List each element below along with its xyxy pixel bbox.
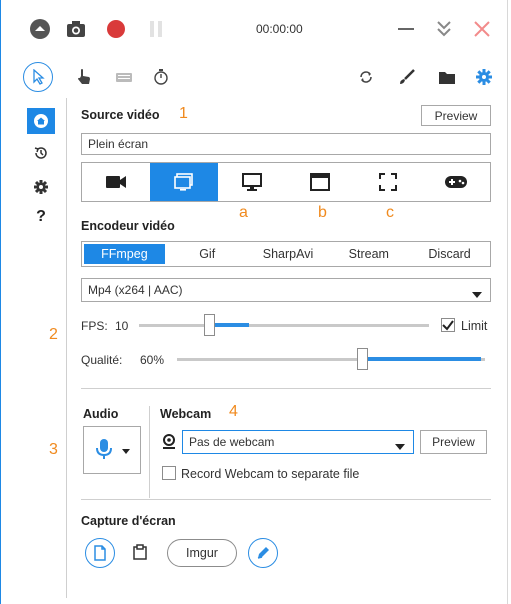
tab-stream[interactable]: Stream	[328, 242, 409, 266]
fps-label: FPS:	[81, 319, 108, 333]
quality-label: Qualité:	[81, 353, 123, 367]
divider	[81, 499, 491, 500]
microphone-icon	[96, 438, 112, 463]
recording-timer: 00:00:00	[256, 22, 303, 36]
limit-checkbox[interactable]	[441, 318, 455, 332]
clipboard-icon[interactable]	[133, 544, 147, 563]
format-select-value: Mp4 (x264 | AAC)	[88, 283, 183, 297]
source-field[interactable]: Plein écran	[81, 133, 491, 155]
title-bar: 00:00:00	[1, 0, 509, 58]
sidebar: ?	[15, 98, 67, 598]
chevron-down-icon	[472, 287, 482, 301]
webcam-select-value: Pas de webcam	[189, 435, 275, 449]
fps-slider-fill	[209, 323, 249, 327]
fps-slider-thumb[interactable]	[203, 314, 215, 336]
annotation-a: a	[239, 204, 248, 221]
chevron-down-icon	[122, 443, 130, 457]
webcam-title: Webcam	[160, 407, 212, 421]
help-icon[interactable]: ?	[27, 204, 55, 230]
minimize-icon[interactable]	[393, 16, 419, 42]
fullscreen-icon[interactable]	[354, 163, 422, 201]
separate-file-label: Record Webcam to separate file	[181, 467, 360, 481]
encoder-title: Encodeur vidéo	[81, 219, 175, 233]
chevron-up-circle-icon[interactable]	[29, 18, 51, 40]
file-icon[interactable]	[85, 538, 115, 568]
tab-ffmpeg[interactable]: FFmpeg	[84, 244, 165, 264]
keyboard-icon[interactable]	[109, 62, 139, 92]
vertical-divider	[149, 406, 150, 498]
audio-device-button[interactable]	[83, 426, 141, 474]
main-panel: Source vidéo 1 Preview Plein écran a b c…	[49, 98, 499, 598]
app-window: 00:00:00 ? Source vidéo 1 Preview Plein …	[0, 0, 508, 604]
close-icon[interactable]	[469, 16, 495, 42]
monitor-icon[interactable]	[218, 163, 286, 201]
video-camera-icon[interactable]	[82, 163, 150, 201]
pause-icon[interactable]	[145, 18, 167, 40]
annotation-3: 3	[49, 441, 58, 458]
format-select[interactable]: Mp4 (x264 | AAC)	[81, 278, 491, 302]
brush-icon[interactable]	[392, 62, 422, 92]
record-icon[interactable]	[105, 18, 127, 40]
divider	[81, 388, 491, 389]
timer-icon[interactable]	[146, 62, 176, 92]
hand-icon[interactable]	[69, 62, 99, 92]
home-icon[interactable]	[27, 108, 55, 134]
history-icon[interactable]	[27, 140, 55, 166]
webcam-select[interactable]: Pas de webcam	[182, 430, 414, 454]
separate-file-checkbox[interactable]	[162, 466, 176, 480]
folder-icon[interactable]	[432, 62, 462, 92]
screen-region-icon[interactable]	[150, 163, 218, 201]
fps-value: 10	[115, 319, 129, 333]
annotation-c: c	[386, 204, 394, 221]
source-type-bar	[81, 162, 491, 202]
settings-icon[interactable]	[27, 174, 55, 200]
imgur-button[interactable]: Imgur	[167, 539, 237, 567]
capture-tools-bar	[1, 58, 509, 96]
fps-slider-track	[139, 324, 429, 327]
collapse-icon[interactable]	[431, 16, 457, 42]
source-video-title: Source vidéo	[81, 108, 160, 122]
annotation-b: b	[318, 204, 327, 221]
window-icon[interactable]	[286, 163, 354, 201]
quality-value: 60%	[140, 353, 165, 367]
tab-gif[interactable]: Gif	[167, 242, 248, 266]
tab-sharpavi[interactable]: SharpAvi	[248, 242, 329, 266]
webcam-icon	[162, 434, 176, 453]
annotation-2: 2	[49, 326, 58, 343]
gamepad-icon[interactable]	[422, 163, 490, 201]
camera-icon[interactable]	[65, 18, 87, 40]
screen-capture-title: Capture d'écran	[81, 514, 176, 528]
cursor-icon[interactable]	[23, 62, 53, 92]
pen-icon[interactable]	[248, 538, 278, 568]
encoder-tabs: FFmpeg Gif SharpAvi Stream Discard	[81, 241, 491, 267]
chevron-down-icon	[395, 439, 405, 453]
quality-slider-fill	[361, 357, 481, 361]
annotation-1: 1	[179, 105, 188, 122]
annotation-4: 4	[229, 403, 238, 420]
audio-title: Audio	[83, 407, 119, 421]
gear-icon[interactable]	[469, 62, 499, 92]
limit-label: Limit	[461, 319, 488, 333]
source-preview-button[interactable]: Preview	[421, 105, 491, 126]
webcam-preview-button[interactable]: Preview	[420, 430, 487, 454]
tab-discard[interactable]: Discard	[409, 242, 490, 266]
quality-slider-thumb[interactable]	[356, 348, 368, 370]
refresh-icon[interactable]	[351, 62, 381, 92]
